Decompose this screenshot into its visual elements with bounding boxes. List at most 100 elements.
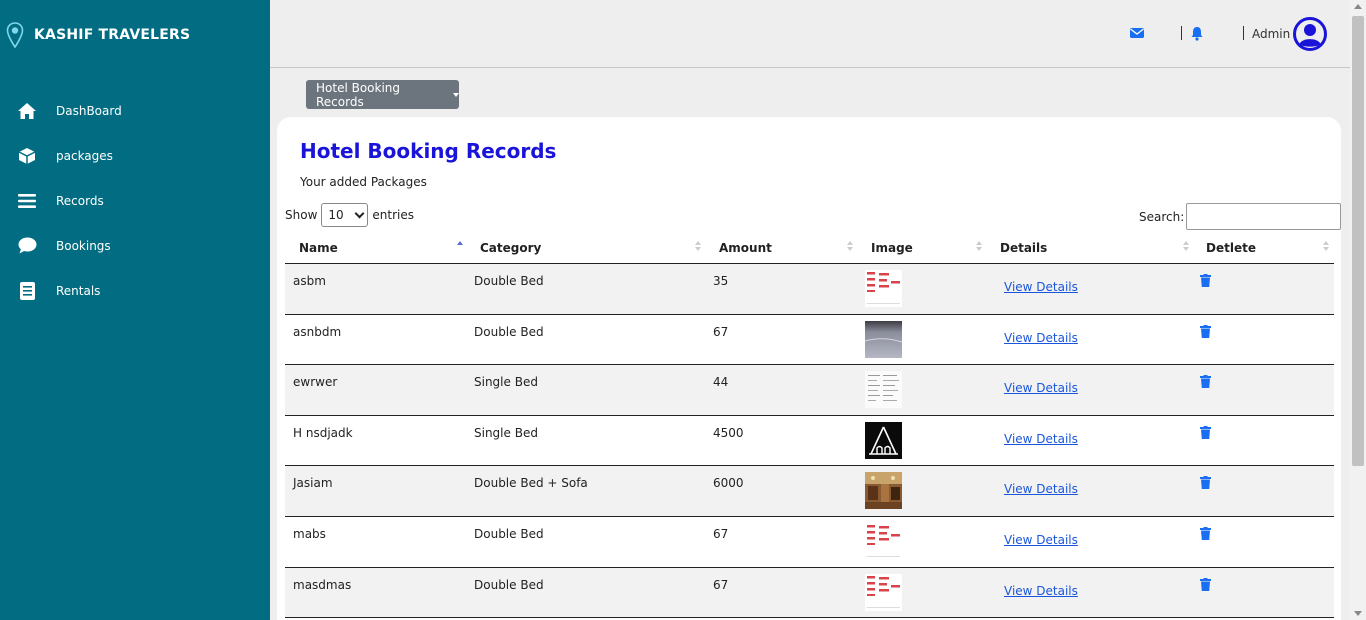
column-header-amount[interactable]: Amount — [719, 241, 772, 255]
search-label: Search: — [1139, 209, 1185, 224]
sidebar-item-bookings[interactable]: Bookings — [0, 223, 270, 268]
scroll-thumb[interactable] — [1352, 16, 1364, 466]
scroll-up-icon[interactable] — [1354, 4, 1362, 9]
cell-category: Single Bed — [474, 375, 538, 390]
table-row: ewrwer Single Bed 44 View Details — [285, 365, 1334, 416]
sidebar-item-packages[interactable]: packages — [0, 133, 270, 178]
cell-category: Double Bed — [474, 577, 544, 592]
cell-amount: 67 — [713, 324, 729, 339]
sort-icon[interactable] — [1323, 241, 1329, 253]
cell-name: Jasiam — [293, 476, 333, 491]
sidebar-nav: DashBoard packages Records Bookings Rent… — [0, 88, 270, 313]
location-pin-icon — [6, 22, 24, 48]
page-scrollbar[interactable] — [1350, 0, 1366, 620]
records-card: Hotel Booking Records Your added Package… — [277, 117, 1342, 620]
page-title: Hotel Booking Records — [300, 139, 557, 163]
room-thumbnail — [865, 472, 902, 510]
sidebar-item-label: DashBoard — [56, 103, 122, 118]
sidebar-item-label: Rentals — [56, 283, 101, 298]
entries-value: 10 — [328, 208, 344, 222]
sort-icon[interactable] — [457, 241, 463, 253]
view-details-link[interactable]: View Details — [1004, 482, 1078, 496]
table-row: asbm Double Bed 35 View Details — [285, 264, 1334, 315]
table-row: H nsdjadk Single Bed 4500 View Details — [285, 415, 1334, 467]
sidebar-item-label: Records — [56, 193, 104, 208]
cell-amount: 44 — [713, 375, 729, 390]
view-details-link[interactable]: View Details — [1004, 432, 1078, 446]
cell-name: H nsdjadk — [293, 425, 353, 440]
view-details-link[interactable]: View Details — [1004, 533, 1078, 547]
column-header-category[interactable]: Category — [480, 241, 541, 255]
entries-length-control: Show 10 entries — [285, 203, 414, 227]
menu-bars-icon — [17, 191, 37, 211]
cell-name: ewrwer — [293, 375, 338, 390]
cell-category: Double Bed — [474, 324, 544, 339]
cell-category: Double Bed + Sofa — [474, 476, 588, 491]
caret-down-icon — [453, 92, 459, 97]
trash-icon[interactable] — [1200, 476, 1211, 490]
cell-amount: 35 — [713, 274, 729, 288]
column-header-name[interactable]: Name — [299, 241, 338, 255]
sort-icon[interactable] — [847, 241, 853, 253]
box-icon — [17, 146, 37, 166]
view-details-link[interactable]: View Details — [1004, 381, 1078, 395]
entries-label: entries — [372, 208, 414, 222]
room-thumbnail — [865, 270, 902, 307]
table-row: mabs Double Bed 67 View Details — [285, 516, 1334, 568]
room-thumbnail — [865, 421, 902, 459]
sidebar-item-label: packages — [56, 148, 113, 163]
room-thumbnail — [865, 371, 902, 409]
cell-category: Double Bed — [474, 526, 544, 541]
column-header-image[interactable]: Image — [871, 241, 913, 255]
cell-amount: 67 — [713, 577, 729, 592]
envelope-icon[interactable] — [1129, 26, 1145, 40]
bell-icon[interactable] — [1190, 26, 1204, 41]
chat-bubble-icon — [17, 236, 37, 256]
divider — [1243, 26, 1244, 40]
table-row: asnbdm Double Bed 67 View Details — [285, 314, 1334, 366]
column-header-delete[interactable]: Detlete — [1206, 241, 1256, 255]
cell-name: asnbdm — [293, 324, 342, 339]
trash-icon[interactable] — [1200, 526, 1211, 540]
sidebar: KASHIF TRAVELERS DashBoard packages Reco… — [0, 0, 270, 620]
page-subtitle: Your added Packages — [300, 175, 427, 189]
column-header-details[interactable]: Details — [1000, 241, 1047, 255]
dropdown-label: Hotel Booking Records — [316, 80, 401, 109]
records-dropdown-button[interactable]: Hotel Booking Records — [306, 80, 459, 109]
bookings-table: Name Category Amount Image Details Detle… — [285, 233, 1334, 619]
trash-icon[interactable] — [1200, 577, 1211, 591]
sidebar-item-rentals[interactable]: Rentals — [0, 268, 270, 313]
home-icon — [17, 101, 37, 121]
brand[interactable]: KASHIF TRAVELERS — [6, 22, 190, 48]
cell-amount: 6000 — [713, 476, 744, 491]
search-control: Search: — [1139, 203, 1342, 230]
user-circle-icon[interactable] — [1293, 17, 1327, 51]
sidebar-item-dashboard[interactable]: DashBoard — [0, 88, 270, 133]
sort-icon[interactable] — [976, 241, 982, 253]
cell-name: mabs — [293, 526, 326, 541]
cell-category: Single Bed — [474, 425, 538, 440]
cell-category: Double Bed — [474, 274, 544, 288]
trash-icon[interactable] — [1200, 375, 1211, 389]
view-details-link[interactable]: View Details — [1004, 280, 1078, 294]
sort-icon[interactable] — [695, 241, 701, 253]
brand-name: KASHIF TRAVELERS — [34, 27, 191, 43]
cell-name: masdmas — [293, 577, 352, 592]
cell-amount: 4500 — [713, 425, 744, 440]
trash-icon[interactable] — [1200, 324, 1211, 338]
search-input[interactable] — [1186, 203, 1342, 230]
trash-icon[interactable] — [1200, 425, 1211, 439]
cell-amount: 67 — [713, 526, 729, 541]
scroll-down-icon[interactable] — [1354, 611, 1362, 616]
table-header: Name Category Amount Image Details Detle… — [285, 233, 1334, 264]
entries-select[interactable]: 10 — [321, 203, 369, 227]
sidebar-item-label: Bookings — [56, 238, 111, 253]
view-details-link[interactable]: View Details — [1004, 584, 1078, 598]
sidebar-item-records[interactable]: Records — [0, 178, 270, 223]
trash-icon[interactable] — [1200, 274, 1211, 287]
view-details-link[interactable]: View Details — [1004, 331, 1078, 345]
sort-icon[interactable] — [1183, 241, 1189, 253]
show-label: Show — [285, 208, 318, 222]
admin-label[interactable]: Admin — [1252, 27, 1290, 41]
topbar: Admin — [270, 0, 1350, 68]
